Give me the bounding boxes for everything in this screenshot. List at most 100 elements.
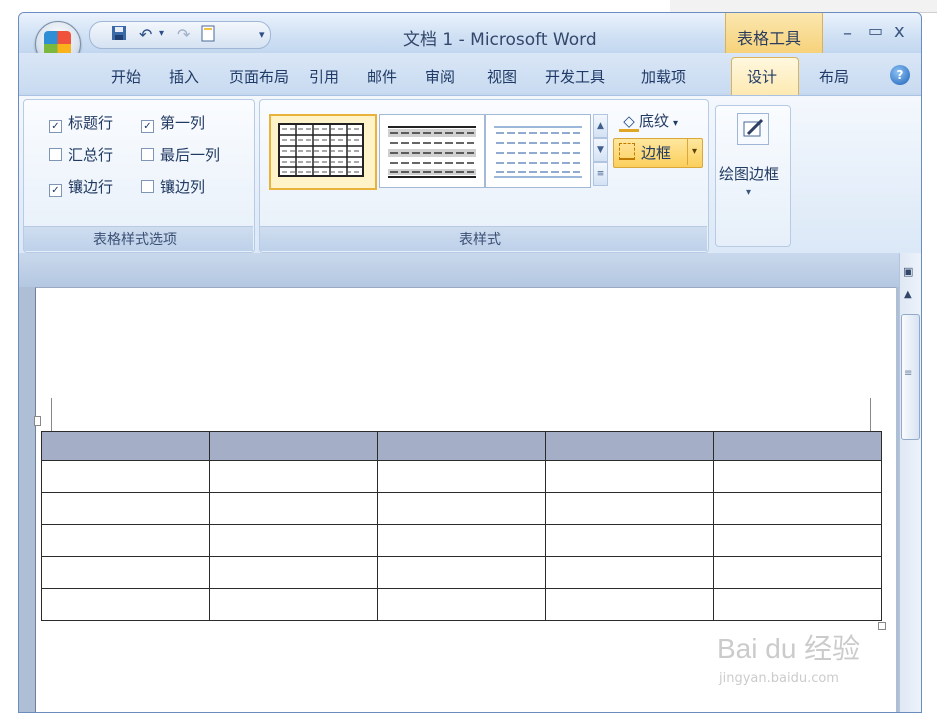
table-cell[interactable] [209, 460, 378, 493]
checkbox-last-column[interactable]: 最后一列 [141, 144, 220, 165]
margin-marker [870, 398, 871, 432]
table-cell[interactable] [209, 524, 378, 557]
borders-button-content: 边框 [619, 142, 671, 163]
table-move-handle[interactable] [34, 416, 41, 426]
paint-bucket-icon: ◇ [619, 114, 639, 132]
checkbox-checked-icon: ✓ [49, 120, 62, 133]
table-cell[interactable] [713, 588, 882, 621]
table-cell[interactable] [377, 588, 546, 621]
checkbox-checked-icon: ✓ [49, 184, 62, 197]
borders-icon [619, 143, 635, 160]
table-resize-handle[interactable] [878, 622, 886, 630]
table-cell[interactable] [377, 492, 546, 525]
minimize-button[interactable]: – [843, 23, 852, 44]
maximize-button[interactable]: ▭ [868, 21, 883, 40]
table-cell[interactable] [377, 556, 546, 589]
group-label-table-styles: 表样式 [459, 232, 501, 248]
table-cell[interactable] [545, 588, 714, 621]
checkbox-label: 汇总行 [68, 146, 114, 164]
table-cell[interactable] [713, 492, 882, 525]
table-cell[interactable] [209, 431, 378, 461]
tab-mailings[interactable]: 邮件 [367, 66, 397, 87]
word-window: 表格工具 文档 1 - Microsoft Word ↶ ▾ ↷ ▾ – ▭ x… [18, 12, 922, 713]
document-table[interactable] [41, 431, 882, 621]
table-cell[interactable] [41, 524, 210, 557]
save-icon[interactable] [111, 25, 127, 45]
pencil-table-icon [737, 113, 769, 145]
watermark-brand: Bai du 经验 [717, 633, 861, 664]
table-cell[interactable] [377, 524, 546, 557]
tab-insert[interactable]: 插入 [169, 66, 199, 87]
tab-references[interactable]: 引用 [309, 66, 339, 87]
table-cell[interactable] [545, 524, 714, 557]
table-style-light-list[interactable] [485, 114, 591, 188]
checkbox-label: 标题行 [68, 114, 114, 132]
table-cell[interactable] [41, 431, 210, 461]
table-row [41, 588, 882, 621]
checkbox-banded-rows[interactable]: ✓ 镶边行 [49, 176, 113, 197]
tab-page-layout[interactable]: 页面布局 [229, 66, 289, 87]
table-cell[interactable] [41, 492, 210, 525]
table-style-grid[interactable] [269, 114, 377, 190]
table-cell[interactable] [713, 431, 882, 461]
borders-label: 边框 [641, 144, 672, 162]
table-cell[interactable] [545, 431, 714, 461]
ruler-toggle-icon[interactable]: ▣ [903, 265, 913, 278]
scroll-up-icon[interactable]: ▲ [904, 289, 912, 300]
gallery-scroll-down-icon[interactable]: ▼ [593, 138, 608, 162]
tab-view[interactable]: 视图 [487, 66, 517, 87]
table-style-light-shading[interactable] [379, 114, 485, 188]
table-row [41, 460, 882, 493]
window-title: 文档 1 - Microsoft Word [403, 30, 597, 50]
table-cell[interactable] [713, 460, 882, 493]
redo-icon[interactable]: ↷ [177, 25, 190, 44]
table-cell[interactable] [41, 556, 210, 589]
undo-dropdown-icon[interactable]: ▾ [159, 28, 164, 39]
shading-button[interactable]: ◇ 底纹 ▾ [619, 110, 678, 132]
table-cell[interactable] [377, 431, 546, 461]
table-cell[interactable] [713, 556, 882, 589]
tab-add-ins[interactable]: 加载项 [641, 66, 686, 87]
table-cell[interactable] [545, 492, 714, 525]
table-cell[interactable] [209, 556, 378, 589]
checkbox-label: 镶边行 [68, 178, 114, 196]
tab-design[interactable]: 设计 [747, 66, 777, 87]
checkbox-label: 镶边列 [160, 178, 206, 196]
checkbox-first-column[interactable]: ✓ 第一列 [141, 112, 205, 133]
tab-developer[interactable]: 开发工具 [545, 66, 605, 87]
customize-qat-icon[interactable]: ▾ [259, 28, 265, 41]
table-cell[interactable] [209, 492, 378, 525]
checkbox-total-row[interactable]: 汇总行 [49, 144, 113, 165]
margin-marker [51, 398, 52, 432]
table-row [41, 524, 882, 557]
tab-home[interactable]: 开始 [111, 66, 141, 87]
new-document-icon[interactable] [201, 25, 215, 46]
table-cell[interactable] [377, 460, 546, 493]
gallery-scroll-up-icon[interactable]: ▲ [593, 114, 608, 138]
borders-dropdown-icon[interactable]: ▾ [687, 139, 701, 165]
close-button[interactable]: x [894, 21, 905, 42]
table-cell[interactable] [209, 588, 378, 621]
help-icon[interactable]: ? [890, 65, 910, 85]
checkbox-unchecked-icon [141, 148, 154, 161]
table-cell[interactable] [545, 556, 714, 589]
table-cell[interactable] [41, 588, 210, 621]
watermark-url: jingyan.baidu.com [719, 671, 839, 686]
shading-label: 底纹 [639, 112, 670, 130]
table-cell[interactable] [41, 460, 210, 493]
table-cell[interactable] [713, 524, 882, 557]
checkbox-checked-icon: ✓ [141, 120, 154, 133]
gallery-more-icon[interactable]: ≡ [593, 162, 608, 186]
chevron-down-icon: ▾ [746, 187, 752, 198]
checkbox-header-row[interactable]: ✓ 标题行 [49, 112, 113, 133]
checkbox-banded-columns[interactable]: 镶边列 [141, 176, 205, 197]
checkbox-unchecked-icon [49, 148, 62, 161]
group-label-table-style-options: 表格样式选项 [93, 232, 177, 248]
tab-review[interactable]: 审阅 [425, 66, 455, 87]
table-header-row [41, 431, 882, 461]
tab-layout[interactable]: 布局 [819, 66, 849, 87]
checkbox-label: 最后一列 [160, 146, 221, 164]
undo-icon[interactable]: ↶ [139, 25, 152, 44]
checkbox-unchecked-icon [141, 180, 154, 193]
table-cell[interactable] [545, 460, 714, 493]
